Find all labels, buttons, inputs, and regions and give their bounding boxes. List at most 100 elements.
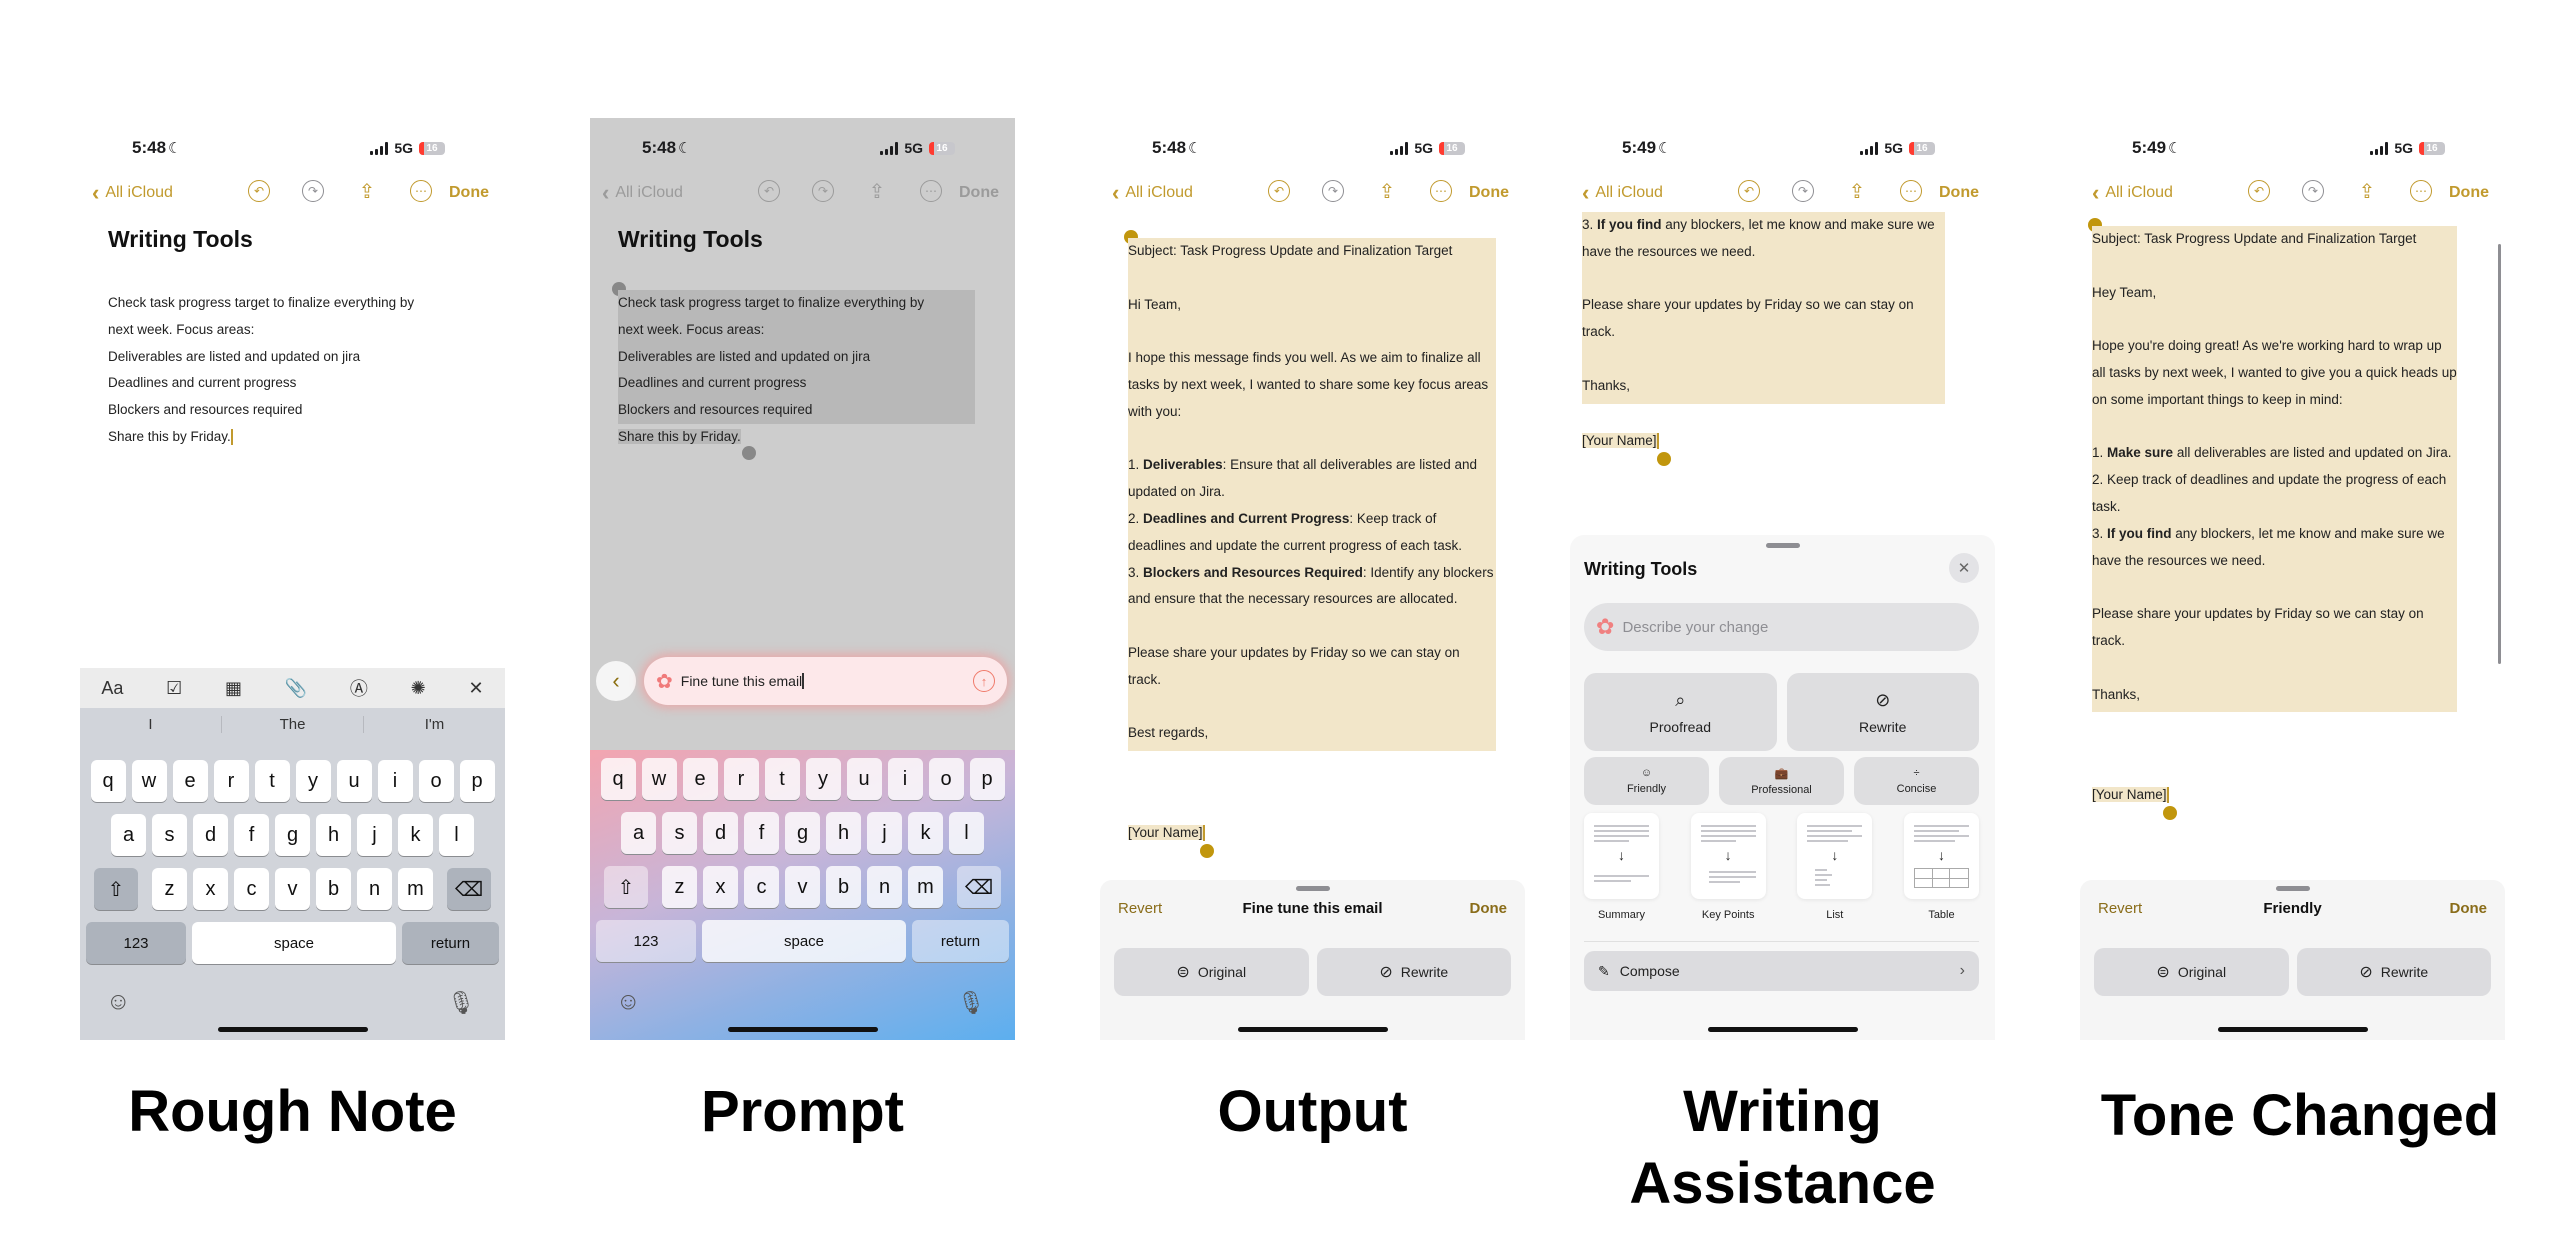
key-c[interactable]: c [744,866,779,908]
key-i[interactable]: i [377,760,413,802]
list-button[interactable]: ↓ List [1797,813,1873,921]
share-icon[interactable]: ⇪ [1846,180,1868,203]
key-y[interactable]: y [805,758,841,800]
table-button[interactable]: ↓ Table [1903,813,1979,921]
selection-handle-end[interactable] [2163,806,2177,820]
rewrite-button[interactable]: ⊘ Rewrite [1786,673,1979,751]
key-e[interactable]: e [682,758,718,800]
sheet-done-button[interactable]: Done [1470,900,1508,917]
done-button[interactable]: Done [1939,184,1979,202]
note-body-selected[interactable]: Check task progress target to finalize e… [618,290,975,451]
key-points-button[interactable]: ↓ Key Points [1690,813,1766,921]
rewrite-button[interactable]: ⊘ Rewrite [2296,948,2491,996]
space-key[interactable]: space [192,922,396,964]
note-body[interactable]: Check task progress target to finalize e… [108,290,465,451]
email-preview[interactable]: 3. If you find any blockers, let me know… [1582,212,1945,404]
key-l[interactable]: l [949,812,984,854]
key-l[interactable]: l [439,814,474,856]
done-button[interactable]: Done [959,184,999,202]
undo-icon[interactable]: ↶ [1268,180,1290,202]
key-t[interactable]: t [764,758,800,800]
key-a[interactable]: a [111,814,146,856]
key-r[interactable]: r [723,758,759,800]
key-u[interactable]: u [336,760,372,802]
concise-button[interactable]: ÷ Concise [1854,757,1979,805]
checklist-icon[interactable]: ☑ [166,678,182,699]
done-button[interactable]: Done [2449,184,2489,202]
original-button[interactable]: ⊜ Original [2094,948,2289,996]
key-p[interactable]: p [459,760,495,802]
redo-icon[interactable]: ↷ [812,180,834,202]
more-icon[interactable]: ⋯ [1900,180,1922,202]
numbers-key[interactable]: 123 [596,920,696,962]
selection-handle-end[interactable] [742,446,756,460]
markup-icon[interactable]: Ⓐ [350,675,368,701]
redo-icon[interactable]: ↷ [302,180,324,202]
send-icon[interactable]: ↑ [973,670,995,692]
key-k[interactable]: k [398,814,433,856]
sheet-grabber[interactable] [1295,886,1330,891]
selection-handle-end[interactable] [1200,844,1214,858]
back-button[interactable]: ‹ All iCloud [602,182,683,204]
undo-icon[interactable]: ↶ [1738,180,1760,202]
more-icon[interactable]: ⋯ [920,180,942,202]
rewrite-button[interactable]: ⊘ Rewrite [1316,948,1511,996]
share-icon[interactable]: ⇪ [356,180,378,203]
share-icon[interactable]: ⇪ [1376,180,1398,203]
key-q[interactable]: q [600,758,636,800]
shift-key[interactable]: ⇧ [604,866,648,908]
key-y[interactable]: y [295,760,331,802]
redo-icon[interactable]: ↷ [2302,180,2324,202]
email-tone-changed[interactable]: Subject: Task Progress Update and Finali… [2092,226,2457,713]
key-o[interactable]: o [418,760,454,802]
back-button[interactable]: ‹ All iCloud [2092,182,2173,204]
share-icon[interactable]: ⇪ [2356,180,2378,203]
writing-tools-icon[interactable]: ✺ [411,678,426,699]
sheet-done-button[interactable]: Done [2450,900,2488,917]
microphone-icon[interactable]: 🎙 [957,990,985,1016]
key-w[interactable]: w [641,758,677,800]
return-key[interactable]: return [912,920,1009,962]
delete-key[interactable]: ⌫ [957,866,1001,908]
shift-key[interactable]: ⇧ [94,868,138,910]
key-w[interactable]: w [131,760,167,802]
back-button[interactable]: ‹ All iCloud [1112,182,1193,204]
back-button[interactable]: ‹ All iCloud [92,182,173,204]
key-d[interactable]: d [703,812,738,854]
undo-icon[interactable]: ↶ [758,180,780,202]
key-c[interactable]: c [234,868,269,910]
key-g[interactable]: g [785,812,820,854]
share-icon[interactable]: ⇪ [866,180,888,203]
key-u[interactable]: u [846,758,882,800]
space-key[interactable]: space [702,920,906,962]
redo-icon[interactable]: ↷ [1792,180,1814,202]
undo-icon[interactable]: ↶ [248,180,270,202]
suggestion[interactable]: The [222,716,364,733]
key-g[interactable]: g [275,814,310,856]
professional-button[interactable]: 💼 Professional [1719,757,1844,805]
describe-change-input[interactable]: ✿ Describe your change [1584,603,1979,651]
microphone-icon[interactable]: 🎙 [447,990,475,1016]
key-x[interactable]: x [193,868,228,910]
key-q[interactable]: q [90,760,126,802]
done-button[interactable]: Done [449,184,489,202]
emoji-icon[interactable]: ☺ [616,988,641,1016]
key-d[interactable]: d [193,814,228,856]
more-icon[interactable]: ⋯ [1430,180,1452,202]
key-h[interactable]: h [826,812,861,854]
close-icon[interactable]: ✕ [468,678,483,699]
key-m[interactable]: m [908,866,943,908]
key-f[interactable]: f [234,814,269,856]
selection-handle-end[interactable] [1657,452,1671,466]
redo-icon[interactable]: ↷ [1322,180,1344,202]
key-i[interactable]: i [887,758,923,800]
summary-button[interactable]: ↓ Summary [1584,813,1659,921]
suggestion[interactable]: I'm [364,716,505,733]
attachment-icon[interactable]: 📎 [285,678,307,699]
key-f[interactable]: f [744,812,779,854]
scrollbar[interactable] [2498,244,2501,664]
close-icon[interactable]: ✕ [1949,553,1979,583]
proofread-button[interactable]: ⌕ Proofread [1584,673,1777,751]
original-button[interactable]: ⊜ Original [1114,948,1309,996]
text-format-button[interactable]: Aa [101,678,123,699]
